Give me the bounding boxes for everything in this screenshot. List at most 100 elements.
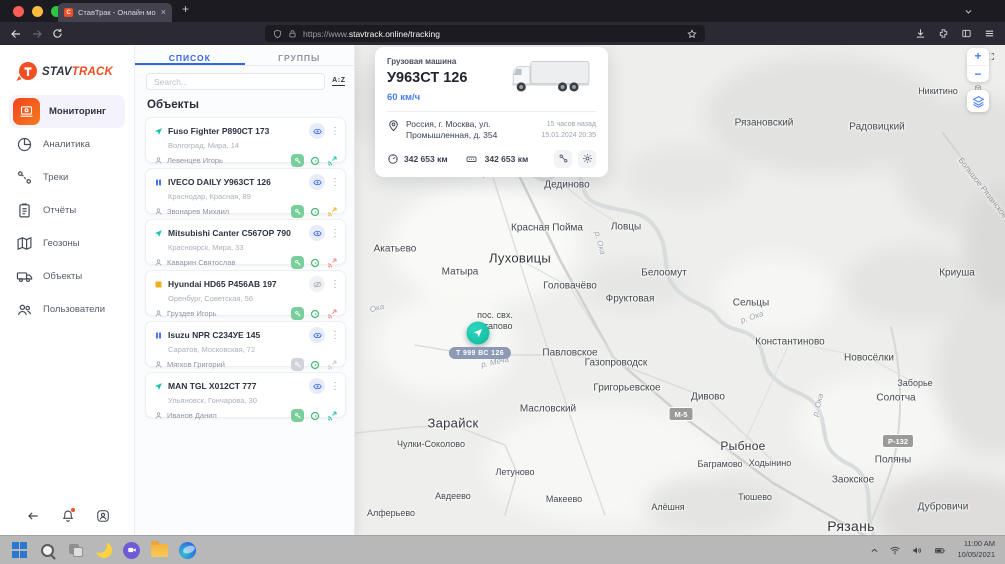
engine-sensor-icon[interactable] bbox=[309, 410, 321, 422]
close-window-button[interactable] bbox=[13, 6, 24, 17]
collapse-back-icon[interactable] bbox=[26, 509, 40, 523]
vehicle-card[interactable]: Fuso Fighter Р890СТ 173 ⋮ Волгоград, Мир… bbox=[145, 117, 346, 163]
connection-icon[interactable] bbox=[326, 359, 338, 371]
wifi-icon[interactable] bbox=[889, 545, 901, 556]
ignition-key-icon[interactable] bbox=[291, 205, 304, 218]
engine-sensor-icon[interactable] bbox=[309, 155, 321, 167]
new-tab-button[interactable]: + bbox=[182, 2, 189, 16]
kebab-menu-icon[interactable]: ⋮ bbox=[330, 381, 338, 392]
vehicle-marker-label[interactable]: Т 999 ВС 126 bbox=[449, 347, 511, 359]
volume-icon[interactable] bbox=[911, 545, 923, 556]
notification-badge bbox=[71, 508, 75, 512]
sidebar-item-tracks[interactable]: Треки bbox=[9, 161, 125, 194]
odometer-value: 342 653 км bbox=[404, 154, 448, 164]
kebab-menu-icon[interactable]: ⋮ bbox=[330, 279, 338, 290]
video-app-icon[interactable] bbox=[122, 541, 141, 560]
back-button[interactable] bbox=[10, 28, 22, 40]
browser-tab[interactable]: С СтавТрак - Онлайн мониторин × bbox=[58, 3, 172, 22]
gear-icon bbox=[582, 153, 593, 164]
sidebar-item-monitoring[interactable]: Мониторинг bbox=[9, 95, 125, 128]
map-place-label: Рыбное bbox=[720, 439, 765, 453]
kebab-menu-icon[interactable]: ⋮ bbox=[330, 330, 338, 341]
vehicle-marker[interactable] bbox=[467, 322, 490, 345]
visibility-eye-button[interactable] bbox=[309, 174, 325, 190]
bookmark-star-icon[interactable] bbox=[687, 29, 697, 39]
connection-icon[interactable] bbox=[326, 206, 338, 218]
route-button[interactable] bbox=[554, 150, 572, 168]
visibility-eye-button[interactable] bbox=[309, 225, 325, 241]
map-place-label: пос. свх. bbox=[477, 310, 513, 320]
taskbar-search-icon[interactable] bbox=[38, 541, 57, 560]
kebab-menu-icon[interactable]: ⋮ bbox=[330, 228, 338, 239]
connection-icon[interactable] bbox=[326, 308, 338, 320]
battery-icon[interactable] bbox=[933, 545, 947, 556]
sidebar-item-reports[interactable]: Отчёты bbox=[9, 194, 125, 227]
download-icon[interactable] bbox=[915, 28, 926, 39]
vehicle-card[interactable]: IVECO DAILY У963СТ 126 ⋮ Краснодар, Крас… bbox=[145, 168, 346, 214]
ignition-key-icon[interactable] bbox=[291, 409, 304, 422]
tab-groups[interactable]: ГРУППЫ bbox=[245, 45, 355, 65]
task-view-icon[interactable] bbox=[66, 541, 85, 560]
sidebar-item-analytics[interactable]: Аналитика bbox=[9, 128, 125, 161]
tab-list-chevron-icon[interactable] bbox=[964, 7, 973, 16]
engine-sensor-icon[interactable] bbox=[309, 359, 321, 371]
extensions-icon[interactable] bbox=[938, 28, 949, 39]
driver-icon bbox=[154, 156, 163, 165]
visibility-eye-button[interactable] bbox=[309, 123, 325, 139]
driver-icon bbox=[154, 360, 163, 369]
kebab-menu-icon[interactable]: ⋮ bbox=[330, 126, 338, 137]
vehicle-card[interactable]: Hyundai HD65 Р456АВ 197 ⋮ Оренбург, Сове… bbox=[145, 270, 346, 316]
vehicle-card[interactable]: Isuzu NPR С234УЕ 145 ⋮ Саратов, Московск… bbox=[145, 321, 346, 367]
connection-icon[interactable] bbox=[326, 410, 338, 422]
ignition-key-icon[interactable] bbox=[291, 358, 304, 371]
settings-button[interactable] bbox=[578, 150, 596, 168]
vehicle-address: Волгоград, Мира, 14 bbox=[168, 141, 338, 150]
ignition-key-icon[interactable] bbox=[291, 307, 304, 320]
sort-az-button[interactable]: A↕Z bbox=[332, 77, 345, 86]
zoom-out-button[interactable]: − bbox=[967, 66, 989, 83]
tab-close-icon[interactable]: × bbox=[161, 8, 166, 17]
windows-start-icon[interactable] bbox=[10, 541, 29, 560]
tab-list[interactable]: СПИСОК bbox=[135, 45, 245, 65]
visibility-eye-button[interactable] bbox=[309, 378, 325, 394]
tracks-icon bbox=[16, 169, 34, 187]
sidebar-panel-icon[interactable] bbox=[961, 28, 972, 39]
sidebar-item-geozones[interactable]: Геозоны bbox=[9, 227, 125, 260]
screen: С СтавТрак - Онлайн мониторин × + https:… bbox=[0, 0, 1005, 564]
clock[interactable]: 11:00 AM 10/05/2021 bbox=[957, 539, 995, 561]
menu-hamburger-icon[interactable] bbox=[984, 28, 995, 39]
visibility-eye-button[interactable] bbox=[309, 327, 325, 343]
vehicle-address: Россия, г. Москва, ул. Промышленная, д. … bbox=[406, 119, 514, 142]
minimize-window-button[interactable] bbox=[32, 6, 43, 17]
visibility-eye-button[interactable] bbox=[309, 276, 325, 292]
engine-sensor-icon[interactable] bbox=[309, 257, 321, 269]
connection-icon[interactable] bbox=[326, 155, 338, 167]
map-place-label: Газопроводск bbox=[585, 358, 648, 369]
driver-name: Мягков Григорий bbox=[167, 360, 225, 369]
tray-chevron-up-icon[interactable] bbox=[870, 546, 879, 555]
connection-icon[interactable] bbox=[326, 257, 338, 269]
ignition-key-icon[interactable] bbox=[291, 256, 304, 269]
notifications-bell-icon[interactable] bbox=[61, 509, 75, 523]
vehicle-card[interactable]: MAN TGL Х012СТ 777 ⋮ Ульяновск, Гончаров… bbox=[145, 372, 346, 418]
profile-icon[interactable] bbox=[96, 509, 110, 523]
moon-app-icon[interactable] bbox=[94, 541, 113, 560]
map-canvas[interactable]: Сергиевский р. Ока Пирочи Дединово Красн… bbox=[355, 45, 1005, 535]
map-place-label: Рязань bbox=[827, 518, 875, 534]
sidebar-item-objects[interactable]: Объекты bbox=[9, 260, 125, 293]
edge-browser-icon[interactable] bbox=[178, 541, 197, 560]
kebab-menu-icon[interactable]: ⋮ bbox=[330, 177, 338, 188]
file-explorer-icon[interactable] bbox=[150, 541, 169, 560]
zoom-in-button[interactable]: + bbox=[967, 48, 989, 66]
toolbar-action-icons bbox=[915, 25, 995, 42]
engine-sensor-icon[interactable] bbox=[309, 308, 321, 320]
vehicle-card[interactable]: Mitsubishi Canter С567ОР 790 ⋮ Красноярс… bbox=[145, 219, 346, 265]
forward-button[interactable] bbox=[31, 28, 43, 40]
reload-button[interactable] bbox=[52, 28, 63, 39]
layers-button[interactable] bbox=[967, 90, 989, 112]
sidebar-item-users[interactable]: Пользователи bbox=[9, 293, 125, 326]
url-bar[interactable]: https://www.stavtrack.online/tracking bbox=[265, 25, 705, 42]
ignition-key-icon[interactable] bbox=[291, 154, 304, 167]
engine-sensor-icon[interactable] bbox=[309, 206, 321, 218]
search-input[interactable] bbox=[146, 73, 325, 90]
